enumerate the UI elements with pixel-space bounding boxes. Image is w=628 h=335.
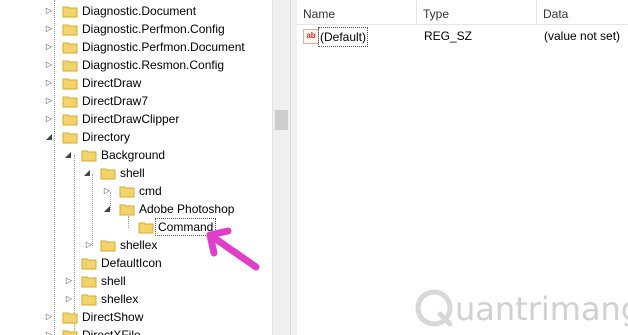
folder-icon — [62, 96, 78, 108]
tree-item-label: Diagnostic.Perfmon.Document — [82, 40, 245, 54]
folder-open-icon — [100, 168, 116, 180]
expand-icon[interactable]: ▷ — [44, 326, 54, 335]
tree-item-label: DirectXFile — [82, 328, 141, 335]
watermark-logo-icon — [415, 289, 453, 327]
folder-icon — [62, 6, 78, 18]
value-type: REG_SZ — [424, 29, 473, 43]
pointer-arrow-annotation — [206, 227, 260, 271]
expand-icon[interactable]: ▷ — [44, 110, 54, 128]
collapse-icon[interactable]: ◢ — [102, 200, 112, 218]
tree-item-label: cmd — [139, 184, 162, 198]
value-name: (Default) — [318, 27, 369, 47]
expand-icon[interactable]: ▷ — [44, 2, 54, 20]
expand-icon[interactable]: ▷ — [84, 236, 94, 254]
tree-item-label: Background — [101, 148, 166, 162]
tree-item-label: DirectShow — [82, 310, 144, 324]
column-header-data[interactable]: Data — [537, 0, 628, 24]
column-header-name[interactable]: Name — [297, 0, 415, 24]
expand-icon[interactable]: ▷ — [64, 290, 74, 308]
tree-line — [54, 0, 55, 136]
column-header-type[interactable]: Type — [417, 0, 535, 24]
folder-icon — [62, 42, 78, 54]
folder-open-icon — [62, 132, 78, 144]
value-data: (value not set) — [544, 29, 621, 43]
values-list[interactable]: Name Type Data ab (Default) REG_SZ (valu… — [297, 0, 628, 335]
folder-open-icon — [81, 150, 97, 162]
expand-icon[interactable]: ▷ — [44, 20, 54, 38]
tree-item-label: Adobe Photoshop — [139, 202, 235, 216]
collapse-icon[interactable]: ◢ — [63, 146, 73, 164]
tree-item-label: DefaultIcon — [101, 256, 162, 270]
list-header: Name Type Data — [297, 0, 628, 25]
string-value-icon: ab — [303, 29, 319, 44]
folder-icon — [119, 186, 135, 198]
expand-icon[interactable]: ▷ — [44, 38, 54, 56]
watermark-text: uantrimang — [455, 290, 628, 328]
registry-tree[interactable]: ▷ Diagnostic.Document ▷ Diagnostic.Perfm… — [0, 0, 272, 335]
folder-open-icon — [119, 204, 135, 216]
expand-icon[interactable]: ▷ — [64, 272, 74, 290]
folder-icon — [62, 330, 78, 335]
expand-icon[interactable]: ▷ — [44, 56, 54, 74]
tree-item-label: DirectDraw7 — [82, 94, 149, 108]
folder-icon — [81, 294, 97, 306]
tree-item-label: Diagnostic.Document — [82, 4, 197, 18]
folder-icon — [62, 78, 78, 90]
expand-icon[interactable]: ▷ — [102, 182, 112, 200]
folder-icon — [62, 114, 78, 126]
tree-scrollbar[interactable] — [272, 0, 290, 335]
tree-item-label: Directory — [82, 130, 131, 144]
expand-icon[interactable]: ▷ — [44, 92, 54, 110]
tree-item-label: shell — [120, 166, 145, 180]
tree-item-label: Diagnostic.Perfmon.Config — [82, 22, 225, 36]
tree-line — [128, 216, 129, 228]
expand-icon[interactable]: ▷ — [44, 308, 54, 326]
folder-icon — [138, 222, 154, 234]
collapse-icon[interactable]: ◢ — [44, 128, 54, 146]
scrollbar-thumb[interactable] — [275, 110, 288, 130]
tree-item-label: shellex — [120, 238, 158, 252]
expand-icon[interactable]: ▷ — [44, 74, 54, 92]
folder-icon — [62, 60, 78, 72]
tree-item-label: DirectDraw — [82, 76, 142, 90]
collapse-icon[interactable]: ◢ — [82, 164, 92, 182]
tree-line — [74, 155, 75, 335]
folder-icon — [100, 240, 116, 252]
tree-item-label: shell — [101, 274, 126, 288]
folder-icon — [81, 276, 97, 288]
tree-item-label: shellex — [101, 292, 139, 306]
tree-item-label: Diagnostic.Resmon.Config — [82, 58, 225, 72]
folder-icon — [62, 24, 78, 36]
tree-line — [54, 136, 55, 335]
folder-icon — [62, 312, 78, 324]
tree-item-label: DirectDrawClipper — [82, 112, 180, 126]
folder-icon — [81, 258, 97, 270]
